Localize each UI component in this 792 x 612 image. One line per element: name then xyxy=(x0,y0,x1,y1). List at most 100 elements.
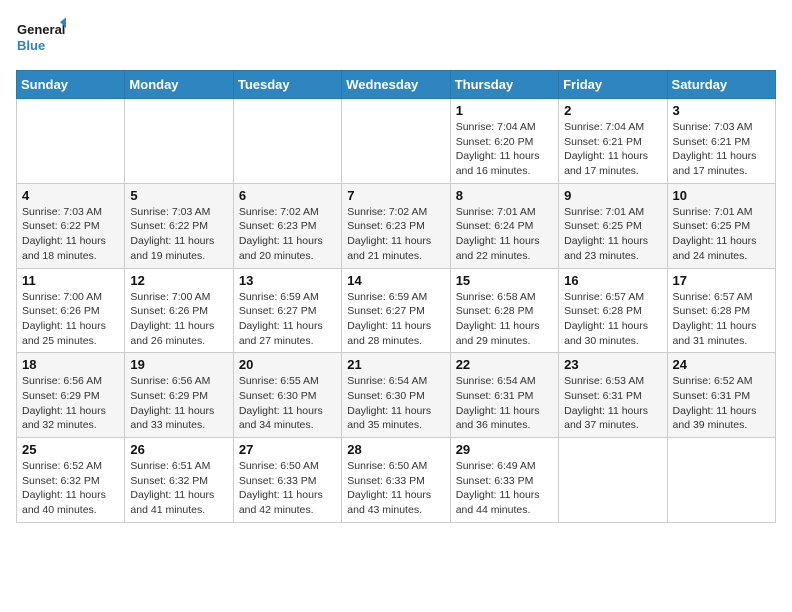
calendar-cell: 23Sunrise: 6:53 AMSunset: 6:31 PMDayligh… xyxy=(559,353,667,438)
day-number: 29 xyxy=(456,442,553,457)
day-number: 20 xyxy=(239,357,336,372)
day-number: 11 xyxy=(22,273,119,288)
day-info: Sunrise: 6:59 AMSunset: 6:27 PMDaylight:… xyxy=(239,290,336,349)
week-row-5: 25 Sunrise: 6:52 AMSunset: 6:32 PMDayligh… xyxy=(17,438,776,523)
day-info: Sunrise: 7:01 AMSunset: 6:25 PMDaylight:… xyxy=(564,205,661,264)
day-info: Sunrise: 6:57 AMSunset: 6:28 PMDaylight:… xyxy=(564,290,661,349)
calendar-cell: 1Sunrise: 7:04 AMSunset: 6:20 PMDaylight… xyxy=(450,99,558,184)
calendar-cell: 17 Sunrise: 6:57 AMSunset: 6:28 PMDayligh… xyxy=(667,268,775,353)
calendar-cell: 27 Sunrise: 6:50 AMSunset: 6:33 PMDayligh… xyxy=(233,438,341,523)
calendar-table: SundayMondayTuesdayWednesdayThursdayFrid… xyxy=(16,70,776,523)
calendar-cell xyxy=(667,438,775,523)
day-number: 21 xyxy=(347,357,444,372)
calendar-cell: 15Sunrise: 6:58 AMSunset: 6:28 PMDayligh… xyxy=(450,268,558,353)
day-number: 4 xyxy=(22,188,119,203)
calendar-cell: 8 Sunrise: 7:01 AMSunset: 6:24 PMDaylight… xyxy=(450,183,558,268)
day-info: Sunrise: 7:04 AMSunset: 6:21 PMDaylight:… xyxy=(564,120,661,179)
header: General Blue xyxy=(16,16,776,60)
day-number: 10 xyxy=(673,188,770,203)
calendar-cell xyxy=(233,99,341,184)
calendar-cell: 24Sunrise: 6:52 AMSunset: 6:31 PMDayligh… xyxy=(667,353,775,438)
weekday-header-sunday: Sunday xyxy=(17,71,125,99)
calendar-cell: 16 Sunrise: 6:57 AMSunset: 6:28 PMDayligh… xyxy=(559,268,667,353)
day-info: Sunrise: 6:50 AMSunset: 6:33 PMDaylight:… xyxy=(239,459,336,518)
day-info: Sunrise: 7:00 AMSunset: 6:26 PMDaylight:… xyxy=(22,290,119,349)
day-info: Sunrise: 7:03 AMSunset: 6:22 PMDaylight:… xyxy=(130,205,227,264)
day-number: 27 xyxy=(239,442,336,457)
svg-text:General: General xyxy=(17,22,65,37)
calendar-cell: 25 Sunrise: 6:52 AMSunset: 6:32 PMDayligh… xyxy=(17,438,125,523)
calendar-cell: 18 Sunrise: 6:56 AMSunset: 6:29 PMDayligh… xyxy=(17,353,125,438)
day-number: 15 xyxy=(456,273,553,288)
day-info: Sunrise: 6:49 AMSunset: 6:33 PMDaylight:… xyxy=(456,459,553,518)
week-row-4: 18 Sunrise: 6:56 AMSunset: 6:29 PMDayligh… xyxy=(17,353,776,438)
day-number: 7 xyxy=(347,188,444,203)
calendar-cell: 21 Sunrise: 6:54 AMSunset: 6:30 PMDayligh… xyxy=(342,353,450,438)
week-row-2: 4 Sunrise: 7:03 AMSunset: 6:22 PMDaylight… xyxy=(17,183,776,268)
day-number: 13 xyxy=(239,273,336,288)
day-number: 19 xyxy=(130,357,227,372)
week-row-3: 11 Sunrise: 7:00 AMSunset: 6:26 PMDayligh… xyxy=(17,268,776,353)
calendar-cell: 13 Sunrise: 6:59 AMSunset: 6:27 PMDayligh… xyxy=(233,268,341,353)
calendar-cell: 9 Sunrise: 7:01 AMSunset: 6:25 PMDaylight… xyxy=(559,183,667,268)
calendar-cell xyxy=(342,99,450,184)
day-info: Sunrise: 7:01 AMSunset: 6:24 PMDaylight:… xyxy=(456,205,553,264)
calendar-cell: 7 Sunrise: 7:02 AMSunset: 6:23 PMDaylight… xyxy=(342,183,450,268)
calendar-cell: 3 Sunrise: 7:03 AMSunset: 6:21 PMDaylight… xyxy=(667,99,775,184)
weekday-header-row: SundayMondayTuesdayWednesdayThursdayFrid… xyxy=(17,71,776,99)
calendar-cell: 22 Sunrise: 6:54 AMSunset: 6:31 PMDayligh… xyxy=(450,353,558,438)
day-number: 8 xyxy=(456,188,553,203)
weekday-header-friday: Friday xyxy=(559,71,667,99)
calendar-cell: 20 Sunrise: 6:55 AMSunset: 6:30 PMDayligh… xyxy=(233,353,341,438)
day-number: 26 xyxy=(130,442,227,457)
day-number: 16 xyxy=(564,273,661,288)
weekday-header-thursday: Thursday xyxy=(450,71,558,99)
calendar-cell: 26Sunrise: 6:51 AMSunset: 6:32 PMDayligh… xyxy=(125,438,233,523)
day-number: 3 xyxy=(673,103,770,118)
day-number: 14 xyxy=(347,273,444,288)
day-info: Sunrise: 7:03 AMSunset: 6:21 PMDaylight:… xyxy=(673,120,770,179)
day-info: Sunrise: 7:02 AMSunset: 6:23 PMDaylight:… xyxy=(239,205,336,264)
calendar-cell: 28Sunrise: 6:50 AMSunset: 6:33 PMDayligh… xyxy=(342,438,450,523)
day-number: 12 xyxy=(130,273,227,288)
calendar-cell: 10Sunrise: 7:01 AMSunset: 6:25 PMDayligh… xyxy=(667,183,775,268)
calendar-cell: 5 Sunrise: 7:03 AMSunset: 6:22 PMDaylight… xyxy=(125,183,233,268)
day-number: 25 xyxy=(22,442,119,457)
day-number: 18 xyxy=(22,357,119,372)
calendar-cell xyxy=(125,99,233,184)
day-info: Sunrise: 6:56 AMSunset: 6:29 PMDaylight:… xyxy=(22,374,119,433)
calendar-cell: 4 Sunrise: 7:03 AMSunset: 6:22 PMDaylight… xyxy=(17,183,125,268)
calendar-cell: 19 Sunrise: 6:56 AMSunset: 6:29 PMDayligh… xyxy=(125,353,233,438)
day-number: 22 xyxy=(456,357,553,372)
day-info: Sunrise: 7:02 AMSunset: 6:23 PMDaylight:… xyxy=(347,205,444,264)
day-info: Sunrise: 6:55 AMSunset: 6:30 PMDaylight:… xyxy=(239,374,336,433)
calendar-cell xyxy=(17,99,125,184)
day-info: Sunrise: 6:57 AMSunset: 6:28 PMDaylight:… xyxy=(673,290,770,349)
day-info: Sunrise: 6:54 AMSunset: 6:31 PMDaylight:… xyxy=(456,374,553,433)
day-info: Sunrise: 7:00 AMSunset: 6:26 PMDaylight:… xyxy=(130,290,227,349)
day-number: 1 xyxy=(456,103,553,118)
calendar-cell: 2 Sunrise: 7:04 AMSunset: 6:21 PMDaylight… xyxy=(559,99,667,184)
day-number: 17 xyxy=(673,273,770,288)
calendar-cell: 12 Sunrise: 7:00 AMSunset: 6:26 PMDayligh… xyxy=(125,268,233,353)
day-number: 5 xyxy=(130,188,227,203)
weekday-header-saturday: Saturday xyxy=(667,71,775,99)
day-info: Sunrise: 6:52 AMSunset: 6:32 PMDaylight:… xyxy=(22,459,119,518)
calendar-cell: 11 Sunrise: 7:00 AMSunset: 6:26 PMDayligh… xyxy=(17,268,125,353)
day-info: Sunrise: 6:59 AMSunset: 6:27 PMDaylight:… xyxy=(347,290,444,349)
logo: General Blue xyxy=(16,16,66,60)
day-number: 2 xyxy=(564,103,661,118)
svg-text:Blue: Blue xyxy=(17,38,45,53)
calendar-cell xyxy=(559,438,667,523)
logo-svg: General Blue xyxy=(16,16,66,60)
week-row-1: 1Sunrise: 7:04 AMSunset: 6:20 PMDaylight… xyxy=(17,99,776,184)
day-info: Sunrise: 6:50 AMSunset: 6:33 PMDaylight:… xyxy=(347,459,444,518)
day-info: Sunrise: 6:52 AMSunset: 6:31 PMDaylight:… xyxy=(673,374,770,433)
day-number: 9 xyxy=(564,188,661,203)
day-info: Sunrise: 6:54 AMSunset: 6:30 PMDaylight:… xyxy=(347,374,444,433)
day-info: Sunrise: 6:56 AMSunset: 6:29 PMDaylight:… xyxy=(130,374,227,433)
day-info: Sunrise: 7:03 AMSunset: 6:22 PMDaylight:… xyxy=(22,205,119,264)
weekday-header-wednesday: Wednesday xyxy=(342,71,450,99)
day-number: 6 xyxy=(239,188,336,203)
day-info: Sunrise: 6:53 AMSunset: 6:31 PMDaylight:… xyxy=(564,374,661,433)
